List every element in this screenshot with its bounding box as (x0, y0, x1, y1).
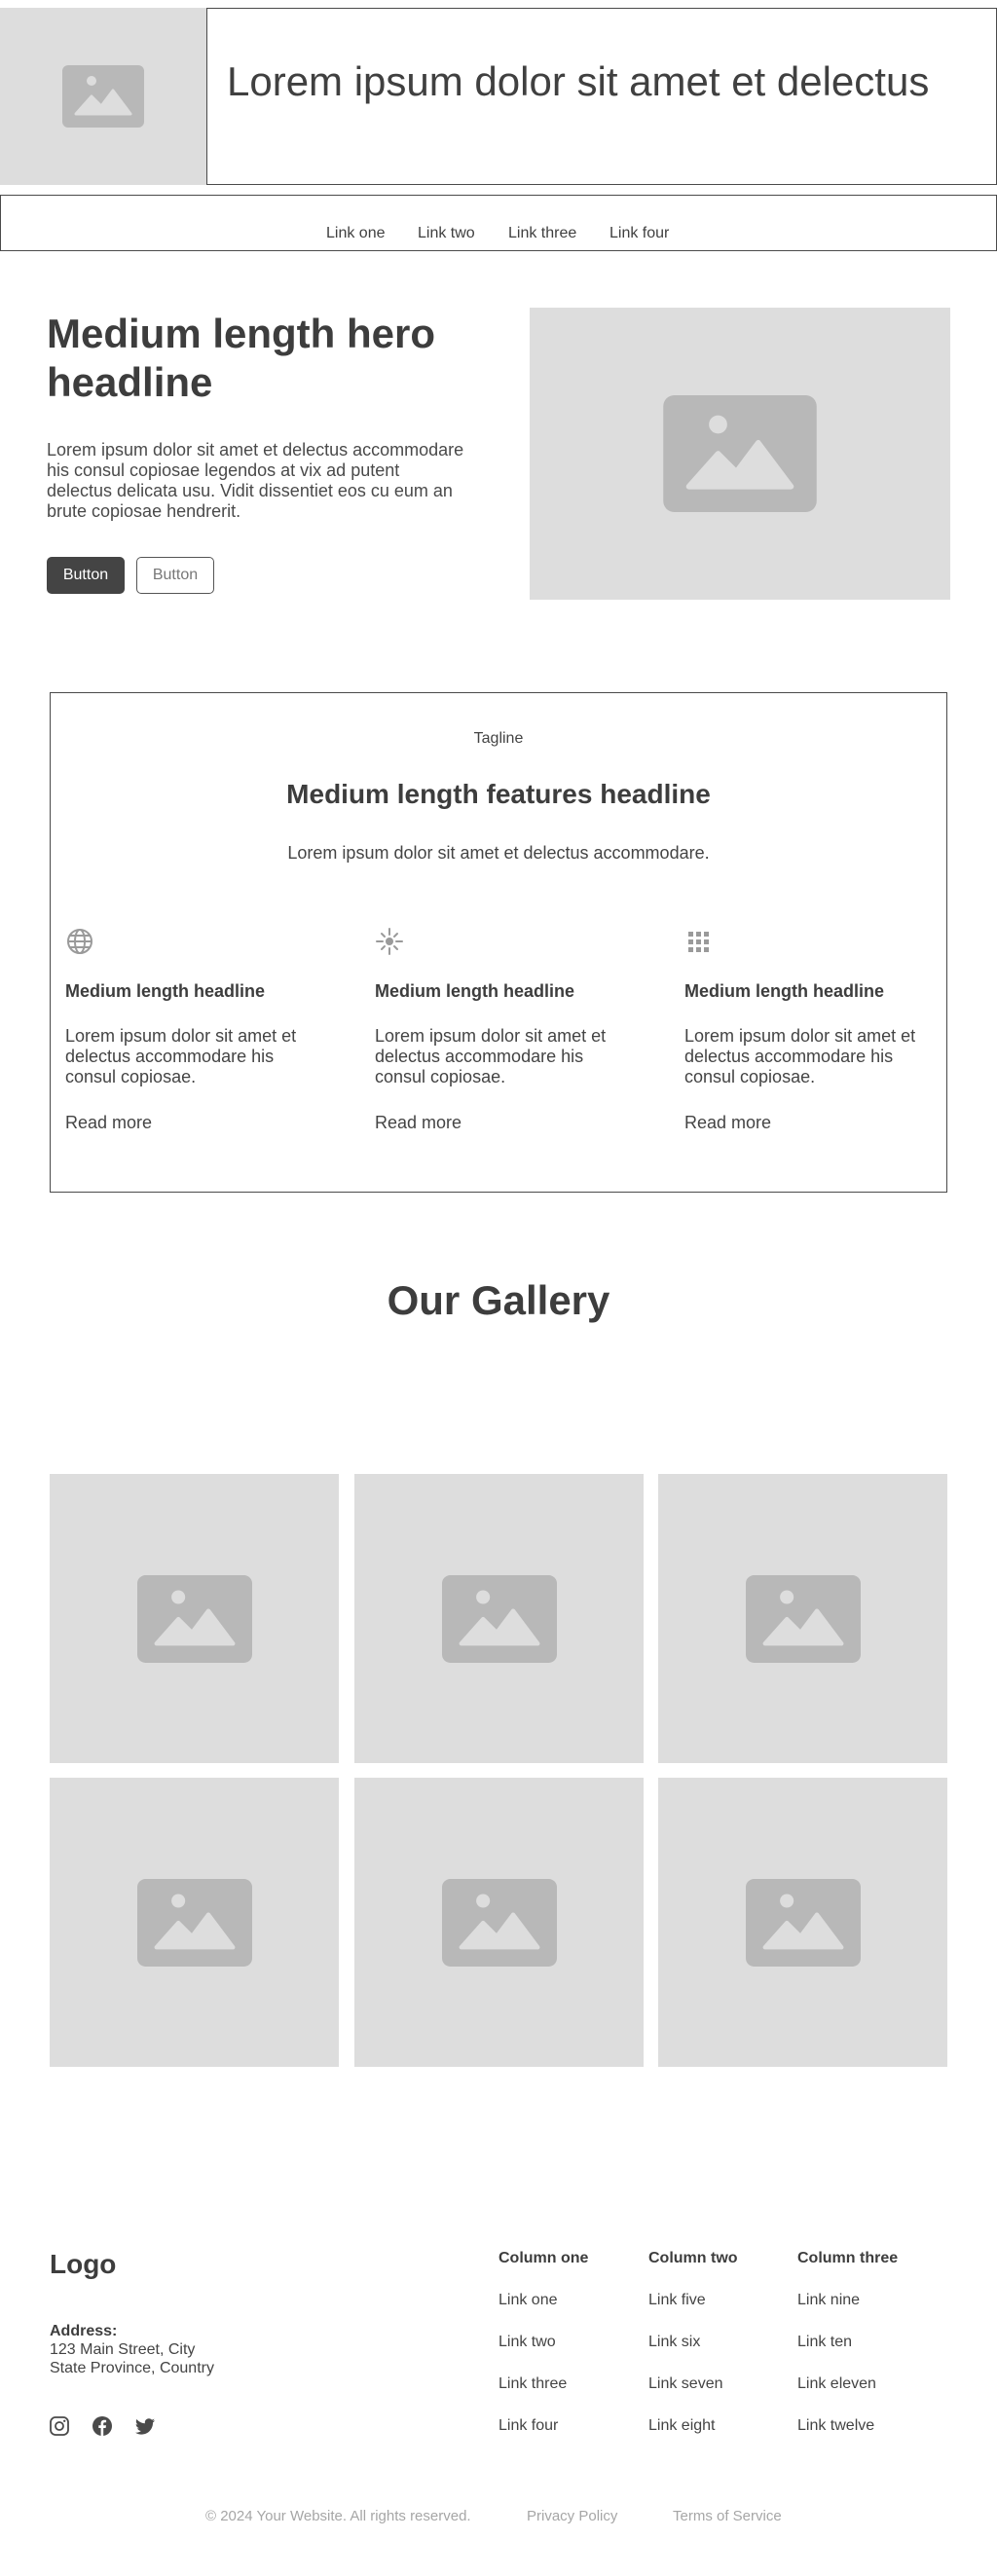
hero-headline: Medium length hero headline (47, 311, 435, 405)
footer-link[interactable]: Link two (498, 2334, 556, 2351)
secondary-button[interactable]: Button (136, 557, 214, 594)
footer-link[interactable]: Link nine (797, 2292, 860, 2309)
privacy-policy-link[interactable]: Privacy Policy (527, 2508, 617, 2524)
gallery-image[interactable] (354, 1474, 644, 1763)
footer-link[interactable]: Link six (648, 2334, 700, 2351)
footer-link[interactable]: Link three (498, 2375, 567, 2393)
terms-of-service-link[interactable]: Terms of Service (673, 2508, 782, 2524)
gallery-image[interactable] (354, 1778, 644, 2067)
grid-icon (688, 932, 709, 952)
address-line: 123 Main Street, City (50, 2341, 196, 2358)
feature-headline: Medium length headline (684, 981, 885, 1001)
gallery-image[interactable] (658, 1778, 947, 2067)
image-placeholder-icon (136, 1574, 252, 1663)
footer-link[interactable]: Link seven (648, 2375, 723, 2393)
read-more-link[interactable]: Read more (65, 1113, 152, 1133)
address-label: Address: (50, 2323, 118, 2339)
footer-link[interactable]: Link ten (797, 2334, 852, 2351)
page-title: Lorem ipsum dolor sit amet et delectus (227, 58, 930, 104)
footer-column-heading: Column two (648, 2250, 738, 2266)
nav-link-three[interactable]: Link three (508, 225, 576, 242)
feature-text: Lorem ipsum dolor sit amet et delectus a… (375, 1026, 607, 1086)
facebook-icon[interactable] (92, 2415, 113, 2437)
feature-headline: Medium length headline (65, 981, 266, 1001)
read-more-link[interactable]: Read more (375, 1113, 462, 1133)
features-tagline: Tagline (473, 730, 524, 747)
twitter-icon[interactable] (134, 2415, 156, 2437)
instagram-icon[interactable] (49, 2415, 70, 2437)
footer-link[interactable]: Link four (498, 2417, 558, 2435)
image-placeholder-icon (62, 65, 144, 128)
header-image (0, 8, 206, 185)
copyright-text: © 2024 Your Website. All rights reserved… (205, 2508, 471, 2524)
nav-link-two[interactable]: Link two (418, 225, 475, 242)
footer-column-heading: Column three (797, 2250, 899, 2266)
footer-column-heading: Column one (498, 2250, 589, 2266)
image-placeholder-icon (136, 1878, 252, 1967)
features-subtext: Lorem ipsum dolor sit amet et delectus a… (287, 843, 710, 863)
nav-link-four[interactable]: Link four (609, 225, 669, 242)
read-more-link[interactable]: Read more (684, 1113, 771, 1133)
footer-link[interactable]: Link eleven (797, 2375, 876, 2393)
gallery-image[interactable] (50, 1474, 339, 1763)
image-placeholder-icon (745, 1878, 861, 1967)
footer-link[interactable]: Link five (648, 2292, 706, 2309)
image-placeholder-icon (441, 1878, 557, 1967)
nav-link-one[interactable]: Link one (326, 225, 386, 242)
address-line: State Province, Country (50, 2360, 214, 2376)
footer-link[interactable]: Link twelve (797, 2417, 874, 2435)
image-placeholder-icon (441, 1574, 557, 1663)
footer-link[interactable]: Link one (498, 2292, 558, 2309)
feature-text: Lorem ipsum dolor sit amet et delectus a… (684, 1026, 916, 1086)
features-section (50, 692, 947, 1193)
gallery-image[interactable] (50, 1778, 339, 2067)
hero-image (530, 308, 950, 600)
image-placeholder-icon (745, 1574, 861, 1663)
navbar (0, 195, 997, 251)
footer-logo[interactable]: Logo (50, 2249, 116, 2280)
gallery-title: Our Gallery (387, 1277, 610, 1323)
image-placeholder-icon (663, 395, 817, 512)
footer-link[interactable]: Link eight (648, 2417, 716, 2435)
feature-headline: Medium length headline (375, 981, 575, 1001)
hero-text: Lorem ipsum dolor sit amet et delectus a… (47, 440, 464, 521)
globe-icon (67, 929, 92, 954)
sparkle-icon (376, 928, 403, 955)
primary-button[interactable]: Button (47, 557, 125, 594)
gallery-image[interactable] (658, 1474, 947, 1763)
feature-text: Lorem ipsum dolor sit amet et delectus a… (65, 1026, 297, 1086)
features-headline: Medium length features headline (286, 779, 711, 809)
